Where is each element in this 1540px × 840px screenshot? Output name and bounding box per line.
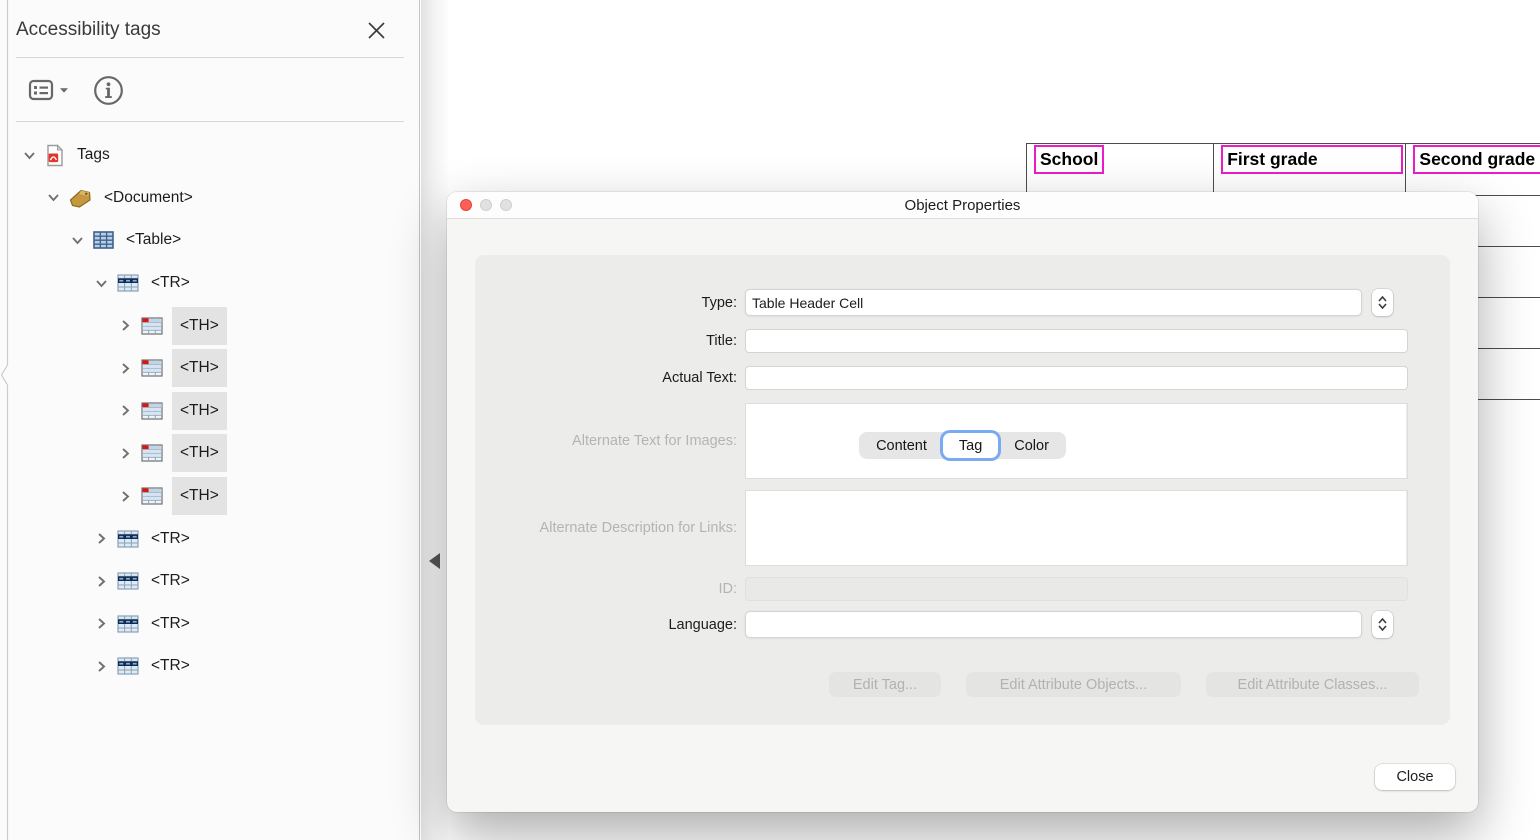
tree-item-th[interactable]: <TH> — [0, 390, 420, 433]
tree-item-label: <TH> — [172, 392, 227, 430]
chevron-down-icon — [1378, 303, 1387, 309]
panel-gutter — [421, 0, 448, 840]
chevron-down-icon — [1378, 625, 1387, 631]
title-field[interactable] — [745, 329, 1408, 353]
chevron-up-icon — [1378, 296, 1387, 302]
type-field[interactable] — [745, 289, 1362, 316]
tree-item-th[interactable]: <TH> — [0, 432, 420, 475]
highlighted-th-cell[interactable]: School — [1034, 145, 1104, 174]
chevron-right-icon[interactable] — [118, 446, 132, 460]
tree-item-tags[interactable]: Tags — [0, 134, 420, 177]
language-label: Language: — [523, 617, 745, 633]
tree-item-label: <Document> — [101, 187, 196, 209]
tree-item-document[interactable]: <Document> — [0, 177, 420, 220]
tree-item-th[interactable]: <TH> — [0, 304, 420, 347]
dialog-title: Object Properties — [447, 197, 1478, 214]
tab-color[interactable]: Color — [998, 433, 1065, 458]
tree-item-label: <TH> — [172, 477, 227, 515]
edit-attribute-objects-button: Edit Attribute Objects... — [966, 672, 1181, 697]
tree-item-table[interactable]: <Table> — [0, 219, 420, 262]
type-stepper[interactable] — [1372, 289, 1393, 316]
pdf-root-icon — [45, 144, 65, 167]
collapse-panel-arrow-icon[interactable] — [429, 553, 440, 569]
tree-item-tr[interactable]: <TR> — [0, 517, 420, 560]
id-label: ID: — [523, 581, 745, 597]
tag-options-menu-button[interactable] — [28, 77, 69, 103]
chevron-right-icon[interactable] — [118, 319, 132, 333]
table-header-icon — [141, 444, 163, 462]
table-header-icon — [141, 359, 163, 377]
table-row-icon — [117, 274, 139, 292]
title-label: Title: — [523, 333, 745, 349]
chevron-down-icon[interactable] — [22, 148, 36, 162]
edit-tag-button: Edit Tag... — [829, 672, 941, 697]
tab-tag[interactable]: Tag — [943, 433, 998, 458]
chevron-down-icon[interactable] — [46, 191, 60, 205]
chevron-right-icon[interactable] — [118, 361, 132, 375]
tree-item-label: <TR> — [148, 655, 193, 677]
table-icon — [93, 231, 114, 249]
tree-item-tr[interactable]: <TR> — [0, 645, 420, 688]
tag-icon — [69, 188, 92, 208]
table-header-icon — [141, 487, 163, 505]
tree-item-label: <TH> — [172, 349, 227, 387]
divider — [16, 121, 404, 122]
info-icon — [93, 75, 124, 106]
tree-item-label: <Table> — [123, 229, 184, 251]
tree-item-label: <TH> — [172, 434, 227, 472]
edit-attribute-classes-button: Edit Attribute Classes... — [1206, 672, 1419, 697]
dialog-tab-bar: Content Tag Color — [859, 432, 1066, 459]
highlighted-th-cell[interactable]: First grade — [1221, 145, 1403, 174]
language-field[interactable] — [745, 611, 1362, 638]
tree-item-label: Tags — [74, 144, 113, 166]
chevron-right-icon[interactable] — [118, 489, 132, 503]
chevron-down-icon — [59, 87, 69, 94]
highlighted-th-cell[interactable]: Second grade — [1413, 145, 1540, 174]
tree-item-tr[interactable]: <TR> — [0, 603, 420, 646]
alt-desc-links-label: Alternate Description for Links: — [523, 520, 745, 536]
table-row-icon — [117, 657, 139, 675]
options-list-icon — [28, 77, 54, 103]
close-icon[interactable] — [364, 18, 388, 42]
tree-item-label: <TR> — [148, 528, 193, 550]
chevron-down-icon[interactable] — [94, 276, 108, 290]
tree-item-label: <TR> — [148, 272, 193, 294]
id-field — [745, 577, 1408, 601]
dialog-titlebar[interactable]: Object Properties — [447, 192, 1478, 219]
tree-item-th[interactable]: <TH> — [0, 347, 420, 390]
tree-item-tr[interactable]: <TR> — [0, 560, 420, 603]
info-button[interactable] — [93, 75, 124, 106]
accessibility-tags-panel: Accessibility tags — [0, 0, 420, 840]
table-row-icon — [117, 615, 139, 633]
table-row-icon — [117, 530, 139, 548]
tree-item-th[interactable]: <TH> — [0, 475, 420, 518]
tree-item-tr[interactable]: <TR> — [0, 262, 420, 305]
table-row: School First grade Second grade Third gr… — [1027, 144, 1540, 196]
type-label: Type: — [523, 295, 745, 311]
divider — [16, 57, 404, 58]
alt-desc-links-field — [745, 490, 1408, 566]
close-button[interactable]: Close — [1375, 764, 1455, 790]
chevron-right-icon[interactable] — [94, 617, 108, 631]
actual-text-label: Actual Text: — [523, 370, 745, 386]
table-header-icon — [141, 402, 163, 420]
table-row-icon — [117, 572, 139, 590]
tree-item-label: <TR> — [148, 613, 193, 635]
tree-item-label: <TR> — [148, 570, 193, 592]
acrobat-window: School First grade Second grade Third gr… — [0, 0, 1540, 840]
chevron-down-icon[interactable] — [70, 233, 84, 247]
tree-item-label: <TH> — [172, 307, 227, 345]
language-stepper[interactable] — [1372, 611, 1393, 638]
object-properties-dialog: Object Properties Content Tag Color Type… — [447, 192, 1478, 812]
chevron-right-icon[interactable] — [94, 574, 108, 588]
tab-content[interactable]: Content — [860, 433, 943, 458]
tags-tree: Tags <Document> <Table> — [0, 134, 420, 688]
chevron-right-icon[interactable] — [94, 532, 108, 546]
chevron-right-icon[interactable] — [118, 404, 132, 418]
chevron-right-icon[interactable] — [94, 659, 108, 673]
chevron-up-icon — [1378, 618, 1387, 624]
table-header-icon — [141, 317, 163, 335]
actual-text-field[interactable] — [745, 366, 1408, 390]
panel-title: Accessibility tags — [16, 19, 161, 41]
